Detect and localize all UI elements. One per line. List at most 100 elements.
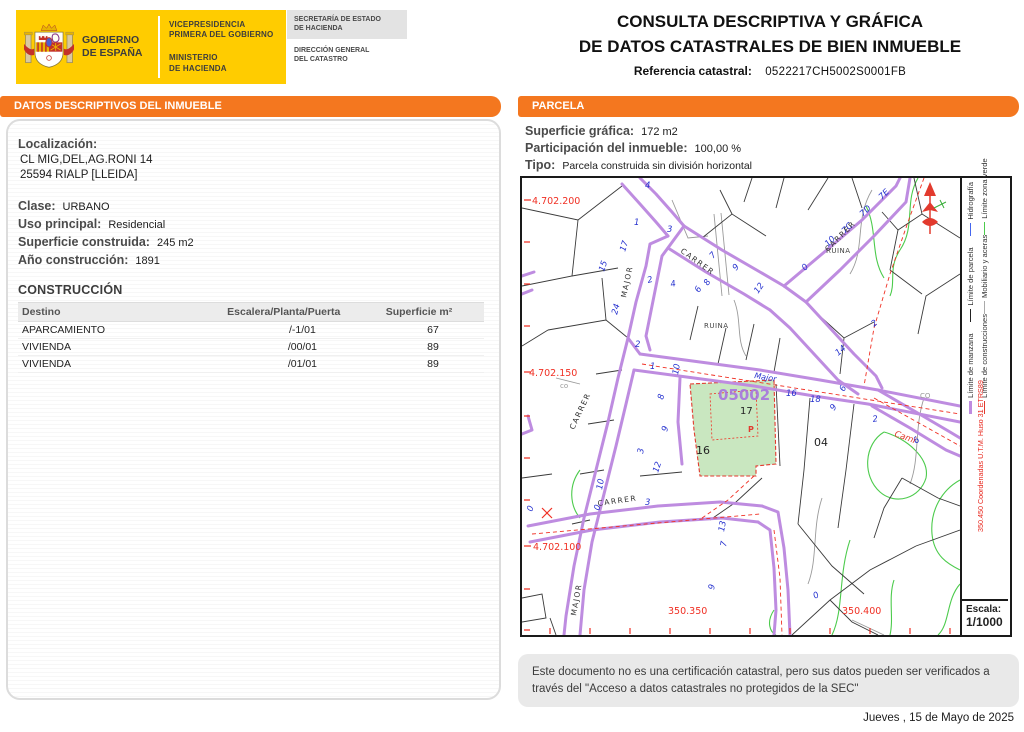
title-line1: CONSULTA DESCRIPTIVA Y GRÁFICA [616, 12, 924, 31]
map-label: 9 [660, 425, 671, 433]
map-label: 4.702.150 [529, 368, 577, 379]
scale-value: 1/1000 [966, 615, 1003, 629]
legend-item: Límite de manzana [966, 333, 975, 414]
table-cell: /-1/01 [223, 321, 382, 339]
map-label: 3 [667, 225, 672, 235]
map-label: 2 [870, 318, 881, 329]
map-label: 9 [828, 403, 839, 413]
table-row: VIVIENDA/00/01 89 [18, 338, 485, 356]
map-label: 9 [731, 262, 742, 273]
localizacion-label: Localización: [18, 137, 98, 151]
reference-value: 0522217CH5002S0001FB [765, 66, 907, 79]
field-value: Residencial [108, 219, 166, 231]
table-cell: 89 [381, 338, 485, 356]
map-label: 16 [786, 389, 797, 399]
table-header: Superficie m² [381, 302, 485, 322]
map-label: MAJOR [619, 265, 635, 299]
section-header-datos-descriptivos: DATOS DESCRIPTIVOS DEL INMUEBLE [0, 96, 501, 117]
field-row: Superficie gráfica: 172 m2 [525, 124, 1019, 138]
direction-label: DIRECCIÓN GENERAL DEL CATASTRO [294, 46, 370, 64]
table-cell: 89 [381, 355, 485, 373]
map-label: 0 [525, 505, 536, 514]
legend-swatch-icon [970, 308, 971, 322]
map-label: 350.350 [668, 606, 707, 617]
map-label: 7 [719, 540, 730, 548]
map-label: RUINA [826, 247, 851, 255]
government-name: GOBIERNO DE ESPAÑA [82, 34, 152, 60]
field-value: 1891 [135, 255, 160, 267]
field-row: Uso principal: Residencial [18, 217, 489, 231]
map-label: CO [920, 392, 931, 400]
field-value: 245 m2 [156, 237, 194, 249]
field-value: 172 m2 [641, 126, 678, 138]
section-header-parcela: PARCELA [518, 96, 1019, 117]
construccion-title: CONSTRUCCIÓN [18, 283, 123, 297]
map-canvas: 4.702.200 4.702.150 4.702.100 350.350 350.40… [520, 176, 962, 637]
map-label: 7D [858, 203, 874, 219]
secretary-label: SECRETARÍA DE ESTADO DE HACIENDA [287, 10, 407, 39]
map-label: 8 [656, 392, 667, 400]
table-cell: APARCAMIENTO [18, 321, 224, 339]
disclaimer-box: Este documento no es una certificación c… [518, 654, 1019, 708]
table-cell: /01/01 [223, 355, 382, 373]
secretary-column: SECRETARÍA DE ESTADO DE HACIENDA DIRECCI… [287, 10, 407, 84]
field-value: Parcela construida sin división horizont… [562, 160, 753, 172]
legend-swatch-icon [969, 401, 972, 414]
property-data-panel: Localización: CL MIG,DEL,AG.RONI 14 2559… [6, 119, 501, 700]
field-label: Uso principal: [18, 217, 102, 231]
map-label: 13 [717, 520, 729, 532]
field-label: Participación del inmueble: [525, 141, 688, 155]
ministry-column: VICEPRESIDENCIA PRIMERA DEL GOBIERNO MIN… [158, 16, 273, 78]
field-label: Superficie construida: [18, 235, 150, 249]
field-row: Tipo: Parcela construida sin división hor… [525, 158, 1019, 172]
map-label: 2 [872, 414, 879, 425]
map-label: 12 [752, 281, 766, 296]
table-cell: /00/01 [223, 338, 382, 356]
document-date: Jueves , 15 de Mayo de 2025 [863, 712, 1014, 724]
construction-table-body: APARCAMIENTO/-1/01 67 VIVIENDA/00/01 89 VIVI… [18, 321, 485, 373]
field-row: Año construcción: 1891 [18, 253, 489, 267]
legend-swatch-icon [970, 222, 971, 236]
field-row: Superficie construida: 245 m2 [18, 235, 489, 249]
construction-table: Destino Escalera/Planta/Puerta Superficie … [18, 302, 485, 373]
field-label: Año construcción: [18, 253, 129, 267]
legend-item: Hidrografía [966, 182, 975, 236]
map-label: 8 [702, 277, 714, 287]
field-value: 100,00 % [694, 143, 742, 155]
cadastral-reference: Referencia catastral: 0522217CH5002S0001… [520, 64, 1020, 78]
construction-table-head: Destino Escalera/Planta/Puerta Superficie … [18, 302, 485, 322]
map-label: 17 [740, 406, 753, 417]
map-legend-strip: Límite de manzana Límite de parcela Hidrog… [960, 158, 1008, 635]
map-legend: Límite de manzana Límite de parcela Hidrog… [966, 158, 1008, 414]
map-label: 0 [812, 590, 822, 601]
field-label: Clase: [18, 199, 56, 213]
field-label: Tipo: [525, 158, 556, 172]
north-arrow-icon [922, 182, 947, 234]
address-line1: CL MIG,DEL,AG.RONI 14 [20, 154, 153, 166]
map-label: 6 [693, 284, 705, 294]
map-label: 4.702.200 [532, 196, 580, 207]
field-row: Clase: URBANO [18, 199, 489, 213]
map-label: 4 [670, 279, 677, 290]
map-label: 1 [634, 218, 639, 228]
map-label: 4 [645, 181, 650, 191]
title-line2: DE DATOS CATASTRALES DE BIEN INMUEBLE [578, 36, 962, 56]
table-cell: VIVIENDA [18, 338, 224, 356]
government-line1: GOBIERNO [82, 33, 140, 46]
ministry-label: MINISTERIO DE HACIENDA [169, 53, 227, 73]
map-label: 15 [597, 260, 610, 273]
field-row: Participación del inmueble: 100,00 % [525, 141, 1019, 155]
cadastral-map: 4.702.200 4.702.150 4.702.100 350.350 350.40… [520, 176, 962, 637]
document-title: CONSULTA DESCRIPTIVA Y GRÁFICA DE DATOS … [520, 10, 1020, 78]
utm-coordinates-note: 350.450 Coordenadas U.T.M. Huso 31 ETRS8… [976, 380, 985, 532]
map-label: 18 [810, 395, 821, 405]
table-row: APARCAMIENTO/-1/01 67 [18, 321, 485, 339]
table-cell: VIVIENDA [18, 355, 224, 373]
construction-header-row: Destino Escalera/Planta/Puerta Superficie … [18, 302, 485, 322]
legend-item: Mobiliario y aceras [980, 235, 989, 314]
map-label: 10 [595, 478, 607, 490]
map-labels: 4.702.200 4.702.150 4.702.100 350.350 350.40… [525, 181, 930, 617]
cadastral-map-frame: 4.702.200 4.702.150 4.702.100 350.350 350.40… [520, 158, 1012, 637]
cadastral-document-page: GOBIERNO DE ESPAÑA VICEPRESIDENCIA PRIME… [0, 0, 1024, 732]
legend-item: Límite zona verde [980, 158, 989, 235]
